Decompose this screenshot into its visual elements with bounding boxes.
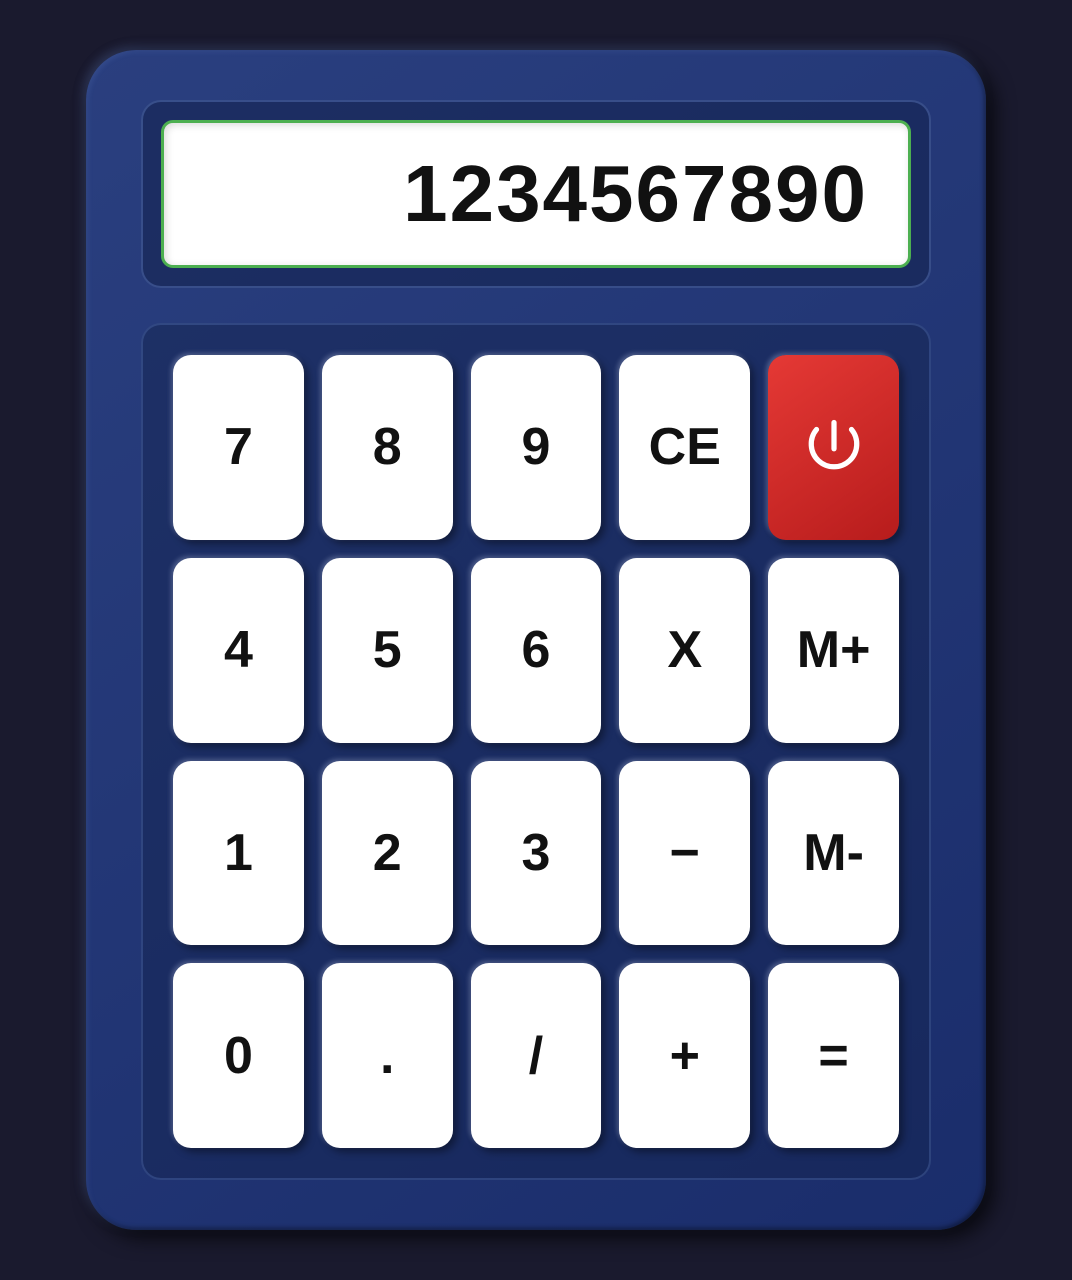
key-multiply[interactable]: X — [619, 558, 750, 743]
keypad-area: 7 8 9 CE 4 5 6 X M+ — [141, 323, 931, 1180]
key-ce[interactable]: CE — [619, 355, 750, 540]
key-7[interactable]: 7 — [173, 355, 304, 540]
key-6[interactable]: 6 — [471, 558, 602, 743]
key-4[interactable]: 4 — [173, 558, 304, 743]
power-icon — [799, 412, 869, 482]
display-value: 1234567890 — [403, 148, 868, 240]
key-8[interactable]: 8 — [322, 355, 453, 540]
key-2[interactable]: 2 — [322, 761, 453, 946]
key-mminus[interactable]: M- — [768, 761, 899, 946]
key-mplus[interactable]: M+ — [768, 558, 899, 743]
key-equals[interactable]: = — [768, 963, 899, 1148]
display-screen: 1234567890 — [161, 120, 911, 268]
key-9[interactable]: 9 — [471, 355, 602, 540]
display-area: 1234567890 — [141, 100, 931, 288]
key-subtract[interactable]: − — [619, 761, 750, 946]
key-0[interactable]: 0 — [173, 963, 304, 1148]
key-3[interactable]: 3 — [471, 761, 602, 946]
calculator-body: 1234567890 7 8 9 CE 4 5 6 — [86, 50, 986, 1230]
key-5[interactable]: 5 — [322, 558, 453, 743]
key-decimal[interactable]: . — [322, 963, 453, 1148]
key-1[interactable]: 1 — [173, 761, 304, 946]
key-divide[interactable]: / — [471, 963, 602, 1148]
key-add[interactable]: + — [619, 963, 750, 1148]
key-power[interactable] — [768, 355, 899, 540]
